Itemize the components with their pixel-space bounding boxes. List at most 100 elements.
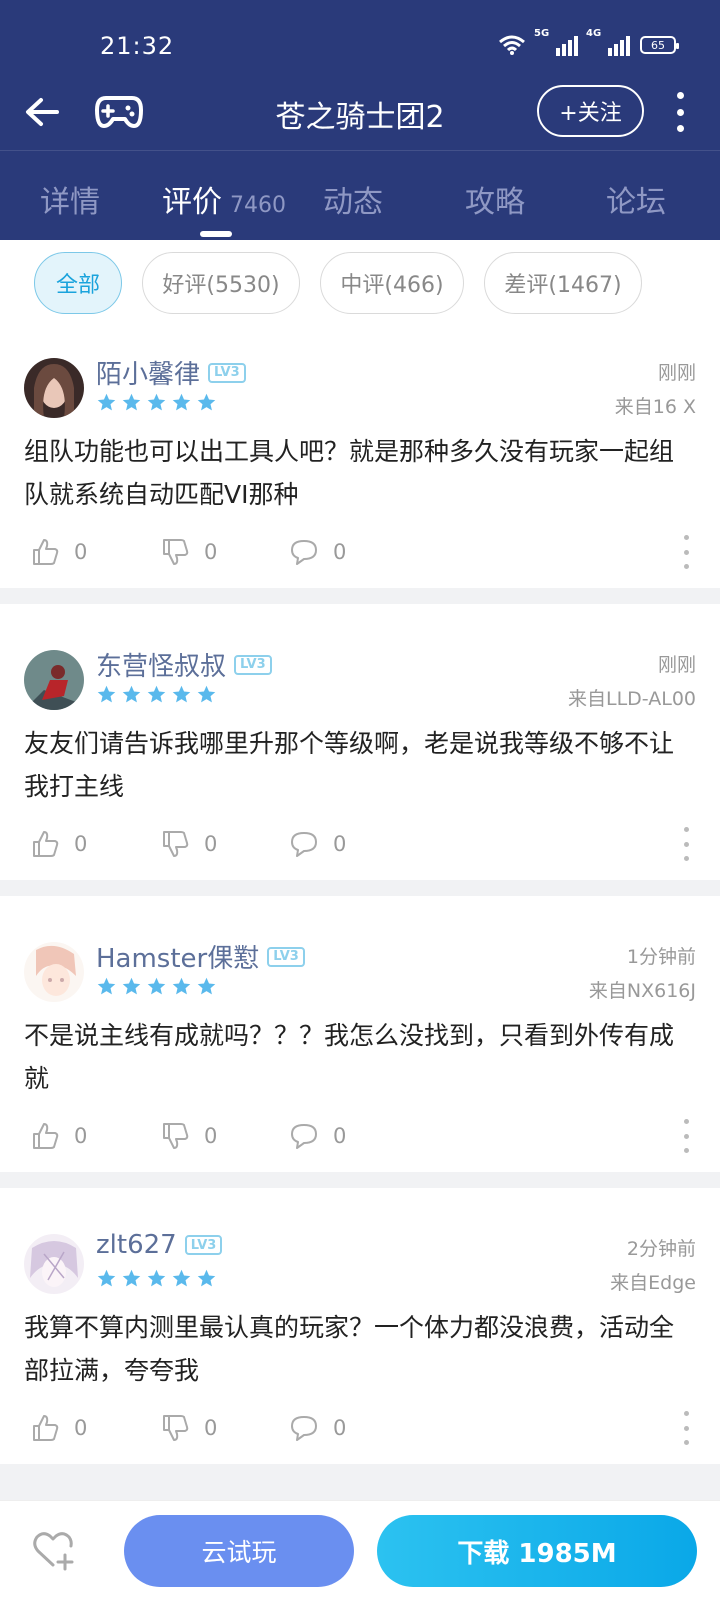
review-item: Hamster倮懟 LV3 1分钟前 来自NX616J 不是说主线有成就吗？？？我… (0, 922, 720, 1204)
divider (0, 880, 720, 896)
star-icon (197, 977, 216, 995)
level-badge: LV3 (208, 362, 246, 383)
rating-stars (96, 976, 217, 997)
cloud-play-button[interactable]: 云试玩 (124, 1515, 354, 1587)
review-more-button[interactable] (682, 1119, 690, 1153)
comment-button[interactable]: 0 (289, 1413, 346, 1443)
review-time: 1分钟前 (626, 946, 696, 968)
review-more-button[interactable] (682, 1411, 690, 1445)
tab-bar: 详情 评价 7460 动态 攻略 论坛 (0, 150, 720, 240)
comment-icon (291, 832, 317, 857)
review-filter-bar: 全部 好评(5530) 中评(466) 差评(1467) (0, 240, 720, 326)
comment-button[interactable]: 0 (289, 537, 346, 567)
like-count: 0 (74, 1124, 88, 1148)
review-time: 2分钟前 (626, 1238, 696, 1260)
comment-count: 0 (333, 832, 347, 856)
signal-4g-icon: 4G (586, 28, 630, 56)
wifi-icon (499, 35, 525, 55)
app-header: 21:32 5G 4G 65 苍之骑士团2 +关注 详情 评价 7460 动态 … (0, 0, 720, 240)
star-icon (122, 393, 141, 411)
star-icon (122, 1269, 141, 1287)
dislike-button[interactable]: 0 (160, 1413, 217, 1443)
like-count: 0 (74, 540, 88, 564)
filter-all[interactable]: 全部 (34, 252, 122, 314)
review-item: 陌小馨律 LV3 刚刚 来自16 X 组队功能也可以出工具人吧？就是那种多久没有玩… (0, 338, 720, 620)
review-device: 来自LLD-AL00 (568, 688, 696, 710)
like-count: 0 (74, 1416, 88, 1440)
rating-stars (96, 684, 217, 705)
avatar[interactable] (24, 358, 84, 418)
divider (0, 1172, 720, 1188)
avatar[interactable] (24, 942, 84, 1002)
tab-guides[interactable]: 攻略 (465, 177, 525, 221)
star-icon (147, 685, 166, 703)
dislike-button[interactable]: 0 (160, 537, 217, 567)
like-count: 0 (74, 832, 88, 856)
star-icon (197, 1269, 216, 1287)
review-text[interactable]: 不是说主线有成就吗？？？我怎么没找到，只看到外传有成就 (24, 1014, 696, 1100)
filter-negative[interactable]: 差评(1467) (484, 252, 642, 314)
review-text[interactable]: 友友们请告诉我哪里升那个等级啊，老是说我等级不够不让我打主线 (24, 722, 696, 808)
avatar[interactable] (24, 1234, 84, 1294)
filter-positive[interactable]: 好评(5530) (142, 252, 300, 314)
level-badge: LV3 (184, 1235, 223, 1255)
comment-button[interactable]: 0 (289, 829, 346, 859)
dislike-button[interactable]: 0 (160, 1121, 217, 1151)
tab-details[interactable]: 详情 (40, 177, 100, 221)
tab-reviews[interactable]: 评价 7460 (162, 177, 286, 221)
divider (0, 588, 720, 604)
dislike-count: 0 (204, 540, 218, 564)
star-icon (147, 977, 166, 995)
review-item: zlt627 LV3 2分钟前 来自Edge 我算不算内测里最认真的玩家？一个体力… (0, 1214, 720, 1496)
review-more-button[interactable] (682, 535, 690, 569)
like-button[interactable]: 0 (30, 1413, 87, 1443)
like-button[interactable]: 0 (30, 537, 87, 567)
favorite-button[interactable] (30, 1527, 76, 1573)
heart-plus-icon (33, 1532, 74, 1571)
username[interactable]: Hamster倮懟 LV3 (96, 938, 305, 975)
comment-count: 0 (333, 1416, 347, 1440)
filter-neutral[interactable]: 中评(466) (320, 252, 464, 314)
comment-button[interactable]: 0 (289, 1121, 346, 1151)
review-device: 来自NX616J (588, 980, 696, 1002)
review-device: 来自Edge (610, 1272, 696, 1294)
status-bar: 21:32 5G 4G 65 (0, 0, 720, 80)
review-text[interactable]: 组队功能也可以出工具人吧？就是那种多久没有玩家一起组队就系统自动匹配VI那种 (24, 430, 696, 516)
thumbs-down-icon (163, 1123, 189, 1149)
thumbs-up-icon (33, 1123, 59, 1149)
username[interactable]: 陌小馨律 LV3 (96, 354, 246, 391)
dislike-button[interactable]: 0 (160, 829, 217, 859)
star-icon (172, 393, 191, 411)
review-device: 来自16 X (614, 396, 696, 418)
star-icon (197, 393, 216, 411)
star-icon (197, 685, 216, 703)
follow-button[interactable]: +关注 (537, 85, 644, 137)
status-icons: 5G 4G 65 (498, 28, 679, 56)
tab-updates[interactable]: 动态 (323, 177, 383, 221)
username[interactable]: zlt627 LV3 (96, 1230, 223, 1260)
top-bar: 苍之骑士团2 +关注 (0, 80, 720, 150)
thumbs-down-icon (163, 1415, 189, 1441)
level-badge: LV3 (234, 654, 272, 675)
dislike-count: 0 (204, 1124, 218, 1148)
dislike-count: 0 (204, 1416, 218, 1440)
download-button[interactable]: 下载 1985M (377, 1515, 697, 1587)
signal-5g-icon: 5G (534, 28, 578, 56)
star-icon (97, 1269, 116, 1287)
status-time: 21:32 (100, 32, 175, 60)
review-actions: 0 0 0 (0, 1409, 720, 1449)
review-text[interactable]: 我算不算内测里最认真的玩家？一个体力都没浪费，活动全部拉满，夸夸我 (24, 1306, 696, 1392)
username[interactable]: 东营怪叔叔 LV3 (96, 646, 272, 683)
like-button[interactable]: 0 (30, 829, 87, 859)
review-more-button[interactable] (682, 827, 690, 861)
comment-icon (291, 1124, 317, 1149)
more-menu-button[interactable] (666, 92, 694, 132)
tab-forum[interactable]: 论坛 (606, 177, 666, 221)
star-icon (97, 393, 116, 411)
like-button[interactable]: 0 (30, 1121, 87, 1151)
review-time: 刚刚 (657, 654, 696, 676)
avatar[interactable] (24, 650, 84, 710)
star-icon (97, 685, 116, 703)
star-icon (122, 685, 141, 703)
comment-count: 0 (333, 540, 347, 564)
